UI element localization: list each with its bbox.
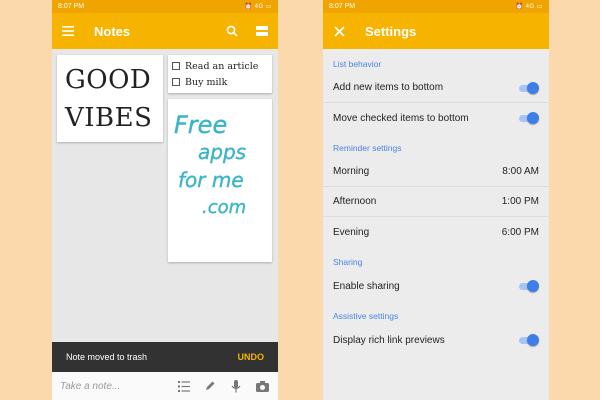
setting-value: 1:00 PM bbox=[501, 196, 539, 207]
checklist-item-label: Read an article bbox=[185, 60, 259, 72]
setting-label: Display rich link previews bbox=[333, 334, 445, 346]
note-card-good-vibes[interactable]: GOOD VIBES bbox=[57, 55, 163, 142]
status-time: 8:07 PM bbox=[329, 3, 356, 10]
settings-list: List behavior Add new items to bottom Mo… bbox=[323, 49, 549, 400]
section-header-reminders: Reminder settings bbox=[333, 143, 402, 153]
snackbar: Note moved to trash UNDO bbox=[52, 342, 278, 372]
note-text: GOOD VIBES bbox=[57, 55, 163, 137]
setting-enable-sharing[interactable]: Enable sharing bbox=[323, 271, 549, 301]
battery-icon: ▭ bbox=[536, 4, 543, 10]
alarm-icon: ⏰ bbox=[244, 4, 253, 10]
notes-appbar: Notes bbox=[52, 13, 278, 49]
mic-icon[interactable] bbox=[228, 378, 244, 394]
take-note-bar: Take a note... bbox=[52, 372, 278, 400]
setting-label: Afternoon bbox=[333, 196, 377, 207]
setting-value: 8:00 AM bbox=[502, 166, 539, 177]
setting-label: Evening bbox=[333, 226, 370, 238]
close-icon[interactable] bbox=[331, 23, 347, 39]
section-header-sharing: Sharing bbox=[333, 257, 363, 267]
app-title: Notes bbox=[94, 23, 131, 39]
undo-button[interactable]: UNDO bbox=[238, 352, 265, 362]
setting-add-items-bottom[interactable]: Add new items to bottom bbox=[323, 73, 549, 103]
status-icons: ⏰ 4G ▭ bbox=[515, 3, 543, 10]
note-line: VIBES bbox=[65, 103, 153, 133]
status-bar: 8:07 PM ⏰ 4G ▭ bbox=[323, 0, 549, 13]
battery-icon: ▭ bbox=[265, 4, 272, 10]
note-line: GOOD bbox=[65, 65, 152, 95]
network-label: 4G bbox=[525, 4, 535, 10]
setting-label: Move checked items to bottom bbox=[333, 112, 469, 124]
toggle-switch[interactable] bbox=[517, 334, 539, 346]
toggle-switch[interactable] bbox=[517, 112, 539, 124]
status-time: 8:07 PM bbox=[58, 3, 85, 10]
handwriting-line: for me bbox=[178, 168, 244, 192]
toggle-switch[interactable] bbox=[517, 81, 539, 94]
notes-screen: 8:07 PM ⏰ 4G ▭ Notes GOOD VIBES Read an … bbox=[52, 0, 278, 400]
snackbar-message: Note moved to trash bbox=[66, 352, 148, 362]
camera-icon[interactable] bbox=[254, 378, 270, 394]
checklist-item-label: Buy milk bbox=[185, 76, 228, 88]
settings-title: Settings bbox=[365, 23, 417, 39]
alarm-icon: ⏰ bbox=[515, 4, 524, 10]
toggle-switch[interactable] bbox=[517, 280, 539, 292]
setting-evening[interactable]: Evening 6:00 PM bbox=[323, 217, 549, 247]
search-icon[interactable] bbox=[224, 23, 240, 39]
setting-label: Add new items to bottom bbox=[333, 82, 444, 93]
checkbox[interactable] bbox=[172, 78, 180, 86]
handwriting-line: .com bbox=[202, 197, 246, 218]
note-card-drawing[interactable]: Free apps for me .com bbox=[168, 99, 272, 262]
setting-label: Enable sharing bbox=[333, 280, 400, 292]
setting-label: Morning bbox=[333, 166, 370, 177]
checkbox[interactable] bbox=[172, 62, 180, 70]
list-icon[interactable] bbox=[176, 378, 192, 394]
take-note-input[interactable]: Take a note... bbox=[60, 381, 166, 392]
handwriting-line: Free bbox=[174, 111, 227, 139]
view-toggle-icon[interactable] bbox=[254, 23, 270, 39]
menu-icon[interactable] bbox=[60, 23, 76, 39]
setting-afternoon[interactable]: Afternoon 1:00 PM bbox=[323, 187, 549, 217]
handwriting-drawing: Free apps for me .com bbox=[174, 111, 247, 218]
note-card-checklist[interactable]: Read an article Buy milk bbox=[168, 55, 272, 93]
setting-morning[interactable]: Morning 8:00 AM bbox=[323, 157, 549, 187]
section-header-assistive: Assistive settings bbox=[333, 311, 399, 321]
settings-screen: 8:07 PM ⏰ 4G ▭ Settings List behavior Ad… bbox=[323, 0, 549, 400]
setting-rich-link-previews[interactable]: Display rich link previews bbox=[323, 325, 549, 355]
checklist-item: Buy milk bbox=[168, 74, 272, 90]
settings-appbar: Settings bbox=[323, 13, 549, 49]
pen-icon[interactable] bbox=[202, 378, 218, 394]
network-label: 4G bbox=[254, 4, 264, 10]
status-icons: ⏰ 4G ▭ bbox=[244, 3, 272, 10]
setting-value: 6:00 PM bbox=[501, 226, 539, 238]
checklist-item: Read an article bbox=[168, 58, 272, 74]
section-header-list-behavior: List behavior bbox=[333, 59, 382, 69]
handwriting-line: apps bbox=[198, 140, 246, 164]
status-bar: 8:07 PM ⏰ 4G ▭ bbox=[52, 0, 278, 13]
setting-move-checked-bottom[interactable]: Move checked items to bottom bbox=[323, 103, 549, 133]
